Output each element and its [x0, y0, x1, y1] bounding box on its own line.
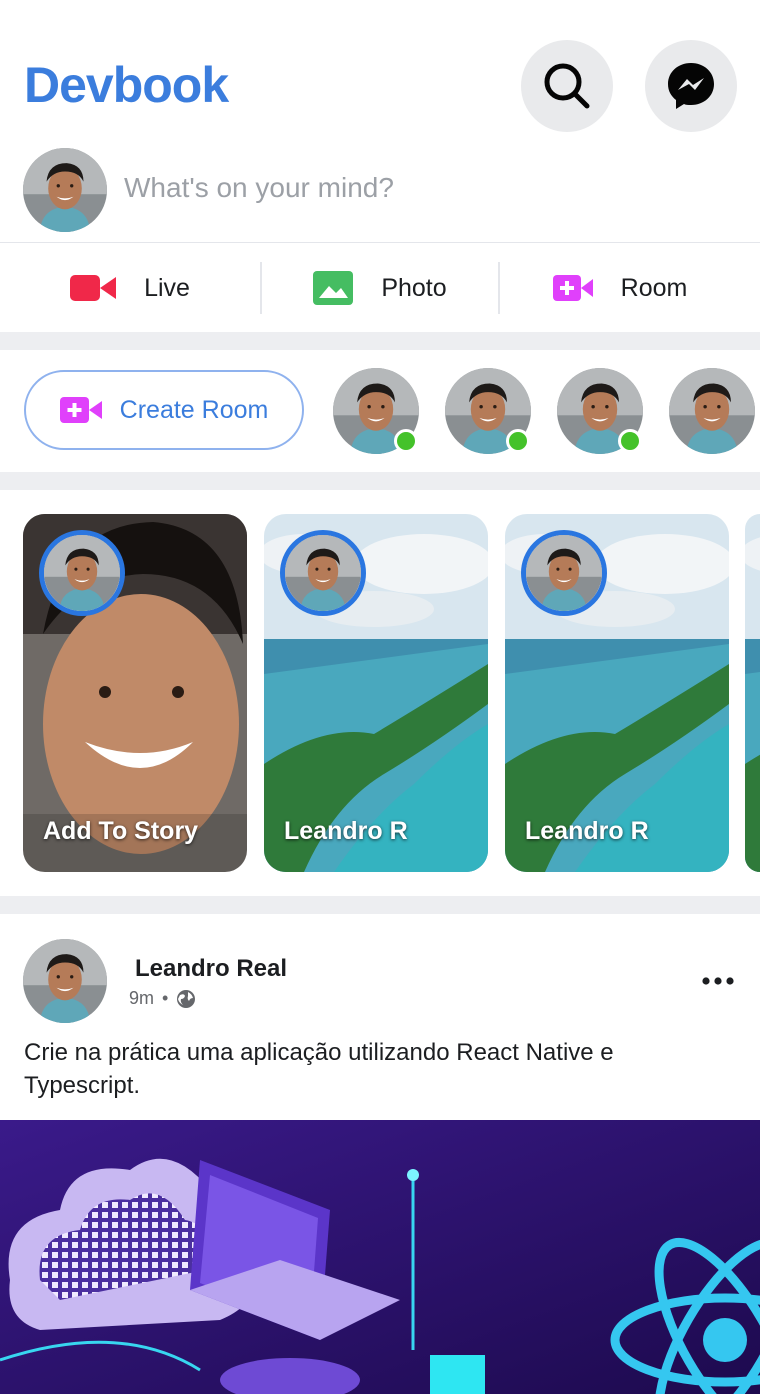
section-gap — [0, 332, 760, 350]
post-author-avatar[interactable] — [23, 939, 107, 1023]
online-indicator — [506, 429, 530, 453]
post-image[interactable] — [0, 1120, 760, 1394]
story-card[interactable]: Leandro R — [264, 514, 488, 872]
story-card[interactable]: Leandro R — [505, 514, 729, 872]
online-indicator — [394, 429, 418, 453]
photo-icon — [313, 271, 354, 305]
story-card-partial[interactable] — [745, 514, 760, 872]
more-dots-icon — [702, 977, 734, 985]
story-avatar — [39, 530, 125, 616]
story-avatar — [521, 530, 607, 616]
room-button[interactable]: Room — [500, 244, 740, 332]
create-room-button[interactable]: Create Room — [24, 370, 304, 450]
story-label: Add To Story — [43, 817, 199, 845]
search-button[interactable] — [521, 40, 613, 132]
meta-separator: • — [162, 988, 169, 1008]
story-avatar — [280, 530, 366, 616]
composer-divider — [0, 242, 760, 243]
composer-input[interactable]: What's on your mind? — [124, 172, 394, 204]
section-gap — [0, 472, 760, 490]
create-room-label: Create Room — [119, 395, 269, 424]
section-gap — [0, 896, 760, 914]
post-time: 9m — [129, 988, 155, 1008]
story-card-add[interactable]: Add To Story — [23, 514, 247, 872]
story-label: Leandro R — [284, 817, 408, 845]
photo-label: Photo — [381, 273, 447, 302]
messenger-icon — [668, 63, 714, 109]
online-indicator — [618, 429, 642, 453]
story-label: Leandro R — [525, 817, 649, 845]
live-button[interactable]: Live — [0, 244, 260, 332]
photo-button[interactable]: Photo — [262, 244, 498, 332]
search-icon — [544, 63, 590, 109]
post-more-button[interactable] — [702, 970, 742, 992]
messenger-button[interactable] — [645, 40, 737, 132]
live-label: Live — [144, 273, 190, 302]
video-icon — [70, 275, 117, 301]
post-author-name[interactable]: Leandro Real — [135, 955, 287, 983]
video-plus-icon — [552, 275, 593, 301]
user-avatar[interactable] — [23, 148, 107, 232]
room-member-avatar[interactable] — [669, 368, 755, 454]
video-plus-icon — [59, 397, 102, 423]
post-meta: 9m • — [129, 988, 196, 1009]
globe-icon — [177, 989, 196, 1008]
app-brand-title: Devbook — [24, 57, 229, 113]
room-label: Room — [620, 273, 688, 302]
post-text: Crie na prática uma aplicação utilizando… — [24, 1039, 614, 1099]
